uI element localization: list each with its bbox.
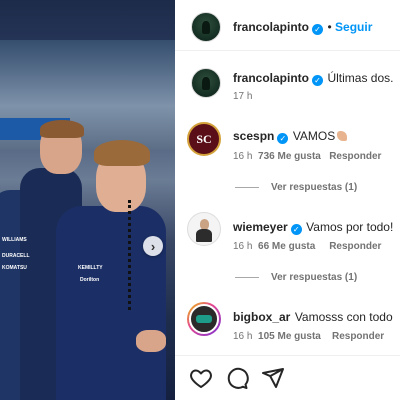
follow-button[interactable]: Seguir [335, 20, 372, 34]
action-bar [175, 355, 400, 401]
caption-line: francolapinto ✓ Últimas dos. [233, 69, 394, 87]
photo-logo: Dorilton [80, 277, 100, 283]
author-username[interactable]: francolapinto [233, 20, 309, 34]
verified-icon: ✓ [312, 24, 324, 35]
caption-username[interactable]: francolapinto [233, 71, 309, 85]
reply-button[interactable]: Responder [332, 331, 384, 342]
next-icon[interactable]: › [143, 236, 163, 256]
view-replies-label: Ver respuestas (1) [271, 182, 358, 193]
comment-text: Vamos por todo! [306, 220, 394, 234]
verified-icon: ✓ [277, 133, 289, 144]
caption-text: Últimas dos. [327, 71, 394, 85]
flexed-biceps-icon [337, 131, 348, 141]
comment-time[interactable]: 16 h [233, 331, 252, 342]
comment-likes[interactable]: 66 Me gusta [258, 241, 315, 252]
comment-time[interactable]: 16 h [233, 151, 252, 162]
comment-likes[interactable]: 105 Me gusta [258, 331, 321, 342]
commenter-avatar[interactable] [187, 212, 221, 246]
photo-person-front [56, 206, 166, 400]
view-replies-button[interactable]: Ver respuestas (1) [235, 182, 357, 193]
commenter-avatar[interactable]: SC [187, 122, 221, 156]
author-avatar[interactable] [191, 12, 221, 42]
view-replies-button[interactable]: Ver respuestas (1) [235, 272, 357, 283]
replies-dash [235, 276, 259, 278]
photo-cable [128, 200, 149, 310]
author-avatar[interactable] [191, 68, 221, 98]
photo-logo: KOMATSU [2, 265, 27, 271]
comment-icon[interactable] [225, 366, 249, 390]
comment-meta: 16 h 736 Me gusta Responder [233, 151, 381, 162]
comment-text: VAMOS [292, 129, 336, 143]
heart-icon[interactable] [189, 366, 213, 390]
caption-time[interactable]: 17 h [233, 91, 252, 102]
comment-username[interactable]: wiemeyer [233, 220, 288, 234]
post-header: francolapinto ✓ • Seguir [175, 0, 400, 51]
verified-icon: ✓ [290, 224, 302, 235]
avatar-inner [189, 304, 219, 334]
reply-button[interactable]: Responder [329, 151, 381, 162]
comment-meta: 16 h 66 Me gusta Responder [233, 241, 381, 252]
avatar-logo [196, 315, 212, 323]
reply-button[interactable]: Responder [329, 241, 381, 252]
replies-dash [235, 186, 259, 188]
comment-line: wiemeyer ✓ Vamos por todo! [233, 218, 393, 236]
comment-username[interactable]: bigbox_ar [233, 310, 290, 324]
comment-meta: 16 h 105 Me gusta Responder [233, 331, 384, 342]
photo-logo: DURACELL [2, 253, 30, 259]
comments-panel: francolapinto ✓ • Seguir francolapinto ✓ Ú… [175, 0, 400, 400]
verified-icon: ✓ [312, 75, 324, 86]
photo-person-middle-hair [40, 120, 84, 138]
post-photo[interactable]: WILLIAMS DURACELL KOMATSU KEMILLTY Doril… [0, 0, 175, 400]
commenter-avatar[interactable] [187, 302, 221, 336]
comment-line: scespn ✓ VAMOS [233, 127, 348, 145]
comment-time[interactable]: 16 h [233, 241, 252, 252]
comment-likes[interactable]: 736 Me gusta [258, 151, 321, 162]
header-line: francolapinto ✓ • Seguir [233, 18, 372, 36]
photo-hand [136, 330, 166, 352]
view-replies-label: Ver respuestas (1) [271, 272, 358, 283]
photo-logo: WILLIAMS [2, 237, 27, 243]
comment-username[interactable]: scespn [233, 129, 274, 143]
comment-line: bigbox_ar Vamosss con todo [233, 308, 393, 326]
photo-person-front-hair [94, 140, 150, 166]
photo-logo: KEMILLTY [78, 265, 103, 271]
separator-dot: • [327, 20, 336, 34]
comment-text: Vamosss con todo [294, 310, 393, 324]
share-icon[interactable] [261, 366, 285, 390]
